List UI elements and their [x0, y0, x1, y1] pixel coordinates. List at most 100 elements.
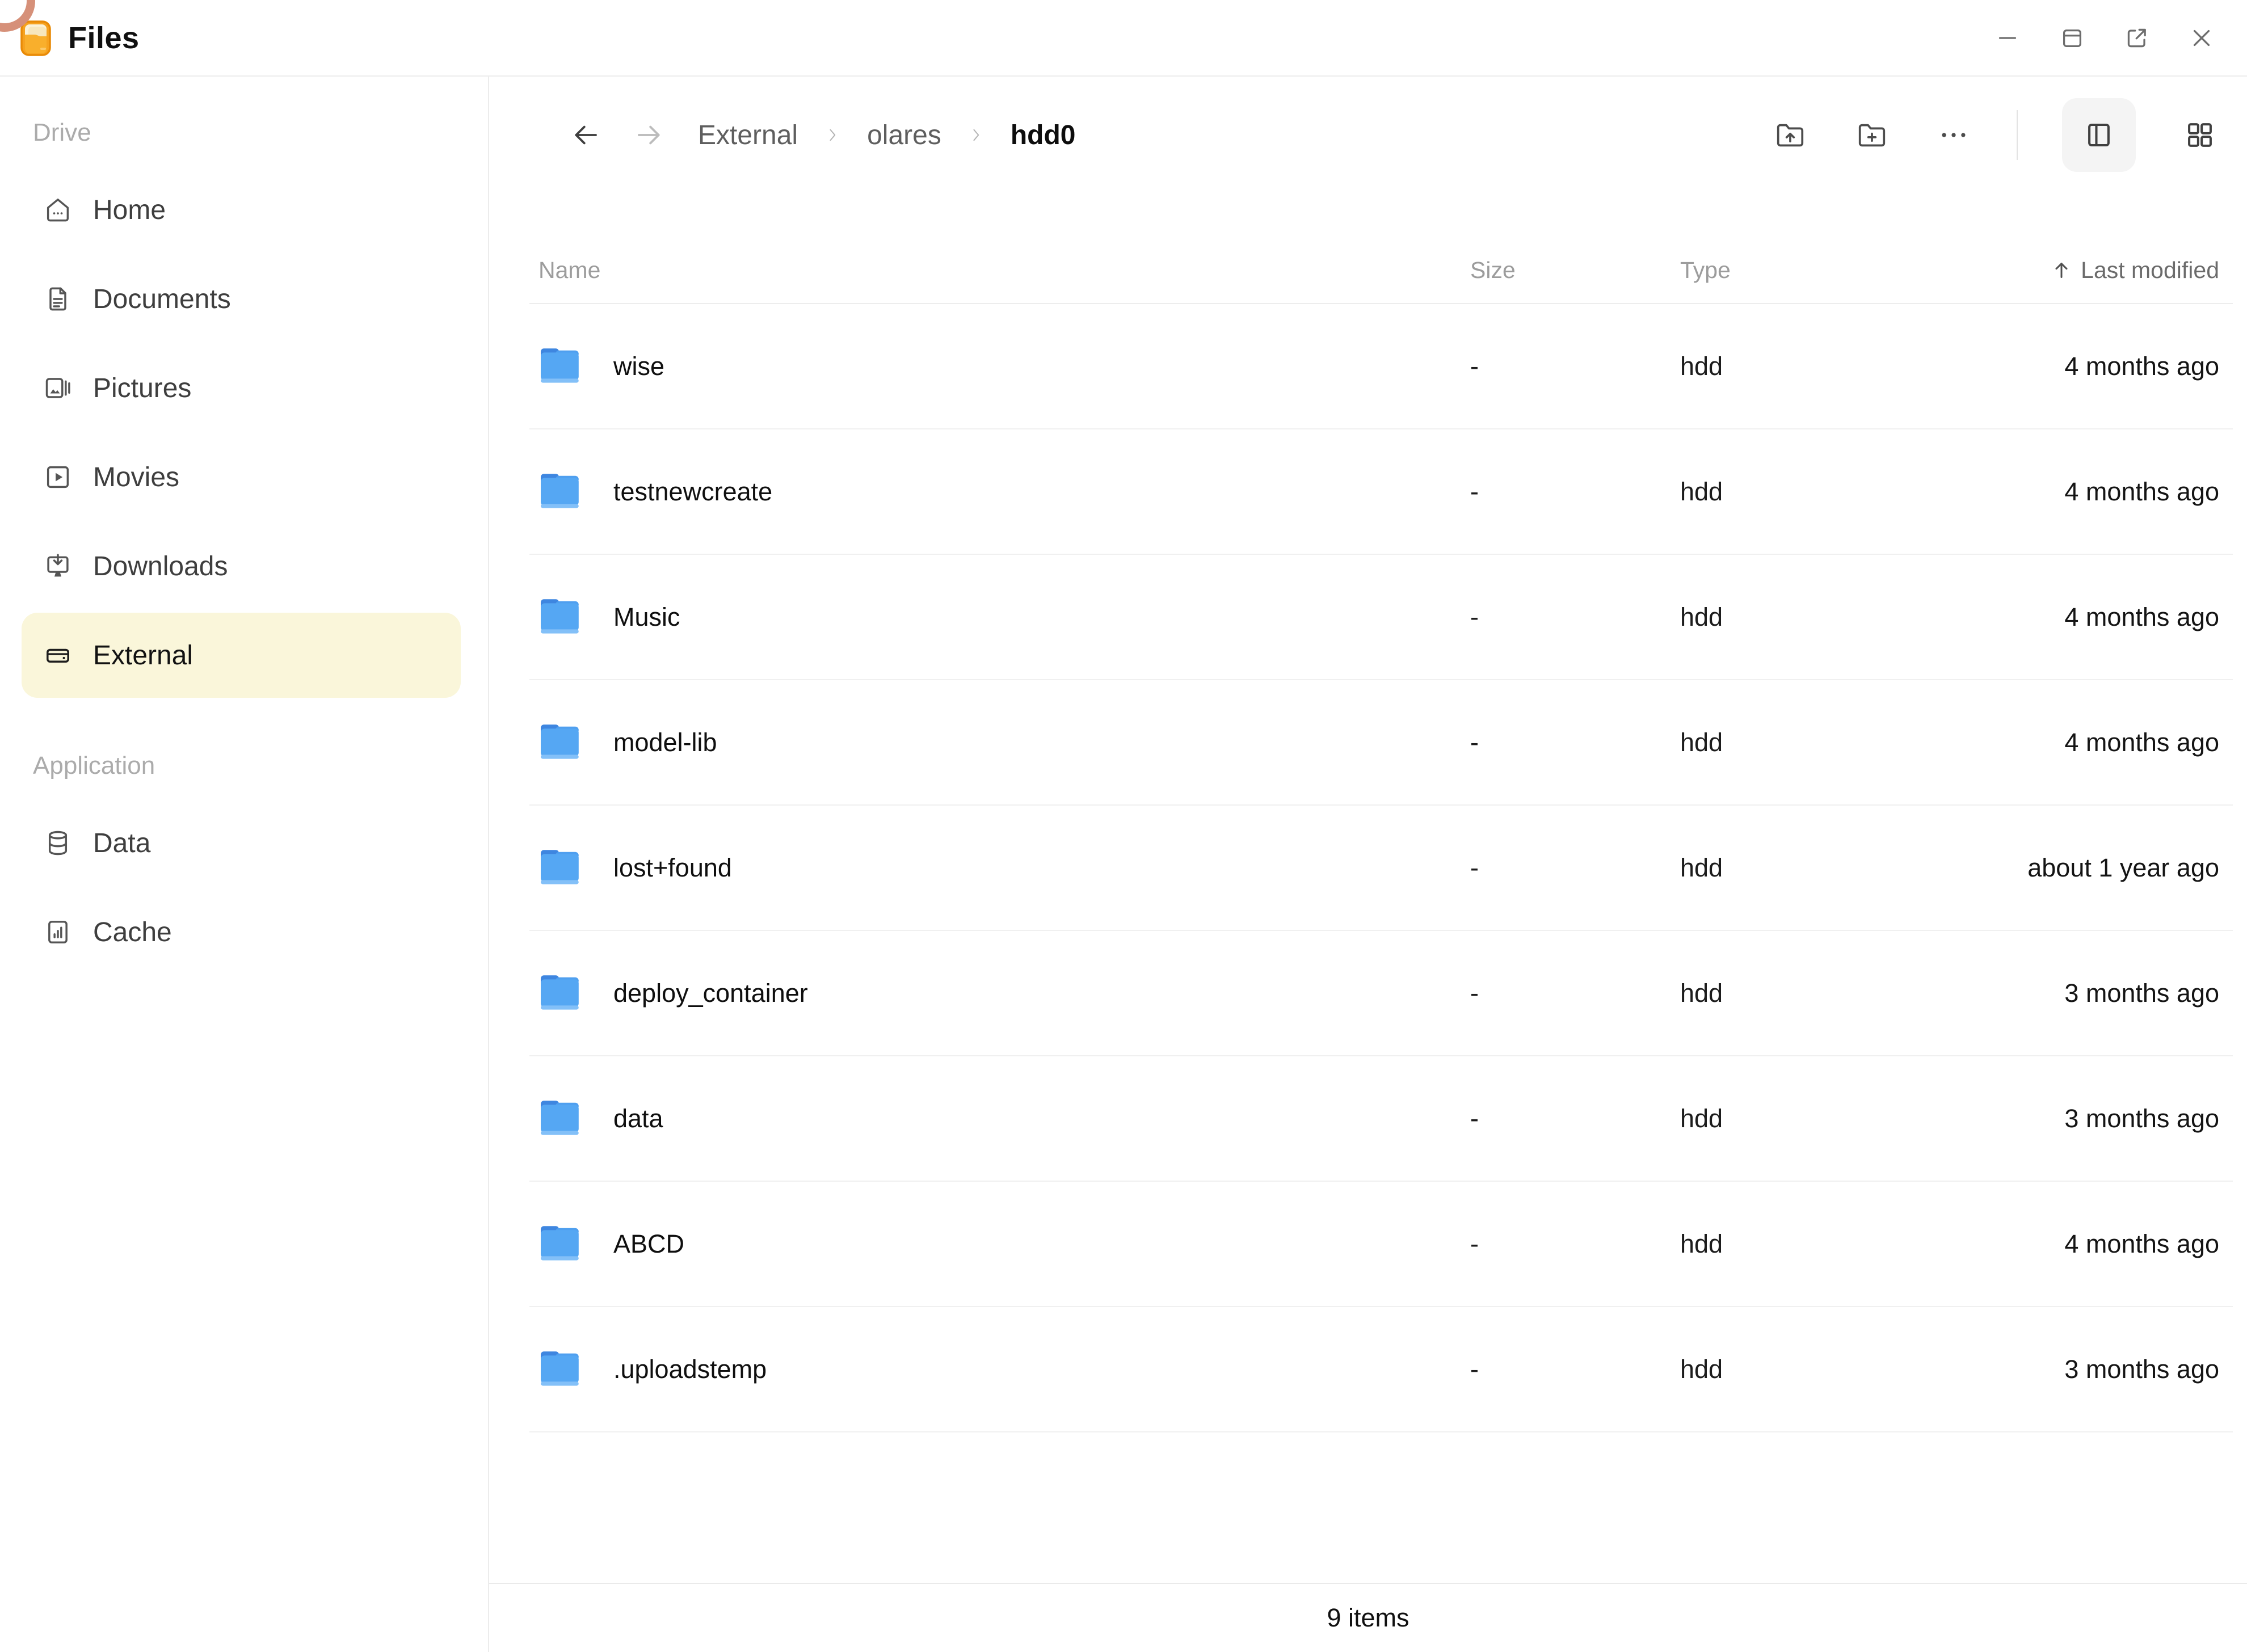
breadcrumb-item-olares[interactable]: olares — [867, 120, 941, 151]
header-size[interactable]: Size — [1442, 257, 1657, 284]
open-in-new-window-button[interactable] — [2123, 24, 2151, 52]
arrow-left-icon — [570, 120, 601, 150]
table-row[interactable]: Music - hdd 4 months ago — [529, 555, 2233, 680]
toolbar-divider — [2017, 110, 2018, 160]
arrow-right-icon — [634, 120, 664, 150]
file-type: hdd — [1657, 602, 1901, 632]
folder-icon — [538, 1346, 588, 1393]
sidebar-item-data[interactable]: Data — [22, 800, 461, 886]
sidebar-item-label: Documents — [93, 284, 231, 315]
list-view-button[interactable] — [2062, 98, 2136, 172]
file-modified: 3 months ago — [1901, 979, 2219, 1008]
folder-icon — [538, 1095, 588, 1142]
table-row[interactable]: deploy_container - hdd 3 months ago — [529, 931, 2233, 1056]
file-size: - — [1442, 352, 1657, 381]
chevron-right-icon — [823, 121, 842, 149]
header-last-modified[interactable]: Last modified — [1901, 257, 2219, 284]
table-row[interactable]: data - hdd 3 months ago — [529, 1056, 2233, 1182]
minus-icon — [1994, 25, 2021, 51]
panel-view-icon — [2084, 120, 2114, 150]
file-name-cell: model-lib — [538, 719, 1442, 766]
sidebar-section-drive-label: Drive — [33, 119, 461, 147]
view-toggle-group — [2062, 98, 2237, 172]
table-row[interactable]: testnewcreate - hdd 4 months ago — [529, 429, 2233, 555]
file-size: - — [1442, 979, 1657, 1008]
forward-button[interactable] — [632, 118, 666, 152]
grid-view-button[interactable] — [2163, 98, 2237, 172]
database-icon — [43, 828, 73, 858]
file-name-cell: lost+found — [538, 845, 1442, 891]
breadcrumb: External olares hdd0 — [698, 120, 1075, 151]
downloads-icon — [43, 551, 73, 581]
file-size: - — [1442, 1355, 1657, 1384]
folder-upload-icon — [1774, 119, 1807, 151]
sidebar: Drive Home Documents — [0, 77, 489, 1652]
file-name: model-lib — [613, 728, 717, 757]
sidebar-item-label: Cache — [93, 917, 172, 948]
file-name-cell: wise — [538, 343, 1442, 390]
files-app-window: Files — [0, 0, 2247, 1652]
sidebar-item-downloads[interactable]: Downloads — [22, 524, 461, 609]
file-name-cell: data — [538, 1095, 1442, 1142]
app-title: Files — [68, 20, 140, 56]
chevron-right-icon — [966, 121, 986, 149]
table-row[interactable]: wise - hdd 4 months ago — [529, 304, 2233, 429]
header-last-modified-label: Last modified — [2081, 257, 2219, 284]
file-type: hdd — [1657, 477, 1901, 507]
maximize-button[interactable] — [2058, 24, 2086, 52]
table-row[interactable]: ABCD - hdd 4 months ago — [529, 1182, 2233, 1307]
table-row[interactable]: .uploadstemp - hdd 3 months ago — [529, 1307, 2233, 1432]
file-name: testnewcreate — [613, 477, 772, 507]
file-name: ABCD — [613, 1229, 684, 1259]
table-row[interactable]: model-lib - hdd 4 months ago — [529, 680, 2233, 806]
file-modified: 4 months ago — [1901, 477, 2219, 507]
toolbar-actions — [1771, 98, 2237, 172]
back-button[interactable] — [569, 118, 603, 152]
breadcrumb-item-external[interactable]: External — [698, 120, 798, 151]
sidebar-item-home[interactable]: Home — [22, 167, 461, 252]
file-size: - — [1442, 728, 1657, 757]
sidebar-item-documents[interactable]: Documents — [22, 256, 461, 342]
toolbar: External olares hdd0 — [489, 95, 2247, 175]
sidebar-item-external[interactable]: External — [22, 613, 461, 698]
sidebar-item-label: Home — [93, 195, 166, 226]
close-button[interactable] — [2187, 24, 2216, 52]
new-folder-button[interactable] — [1853, 116, 1891, 154]
home-icon — [43, 195, 73, 225]
sidebar-item-label: Movies — [93, 462, 179, 493]
table-rows: wise - hdd 4 months ago — [529, 304, 2233, 1432]
minimize-button[interactable] — [1993, 24, 2022, 52]
status-bar: 9 items — [489, 1583, 2247, 1652]
table-row[interactable]: lost+found - hdd about 1 year ago — [529, 806, 2233, 931]
file-size: - — [1442, 853, 1657, 883]
sidebar-item-cache[interactable]: Cache — [22, 890, 461, 975]
file-type: hdd — [1657, 1229, 1901, 1259]
file-name: wise — [613, 352, 664, 381]
file-name: Music — [613, 602, 680, 632]
file-modified: 3 months ago — [1901, 1355, 2219, 1384]
sidebar-item-movies[interactable]: Movies — [22, 435, 461, 520]
movies-icon — [43, 462, 73, 492]
file-modified: 3 months ago — [1901, 1104, 2219, 1133]
file-type: hdd — [1657, 979, 1901, 1008]
header-type[interactable]: Type — [1657, 257, 1901, 284]
file-name-cell: ABCD — [538, 1221, 1442, 1267]
cache-icon — [43, 917, 73, 947]
grid-view-icon — [2185, 120, 2215, 150]
file-modified: 4 months ago — [1901, 352, 2219, 381]
file-type: hdd — [1657, 1104, 1901, 1133]
close-icon — [2189, 25, 2215, 51]
file-name: .uploadstemp — [613, 1355, 767, 1384]
upload-button[interactable] — [1771, 116, 1809, 154]
file-name-cell: .uploadstemp — [538, 1346, 1442, 1393]
files-app-icon — [20, 19, 51, 57]
header-name[interactable]: Name — [538, 257, 1442, 284]
more-options-button[interactable] — [1935, 116, 1972, 154]
file-size: - — [1442, 477, 1657, 507]
file-name-cell: Music — [538, 594, 1442, 640]
window-controls — [1993, 24, 2216, 52]
sidebar-item-pictures[interactable]: Pictures — [22, 345, 461, 431]
sidebar-item-label: Downloads — [93, 551, 228, 582]
file-name: data — [613, 1104, 663, 1133]
file-size: - — [1442, 1104, 1657, 1133]
